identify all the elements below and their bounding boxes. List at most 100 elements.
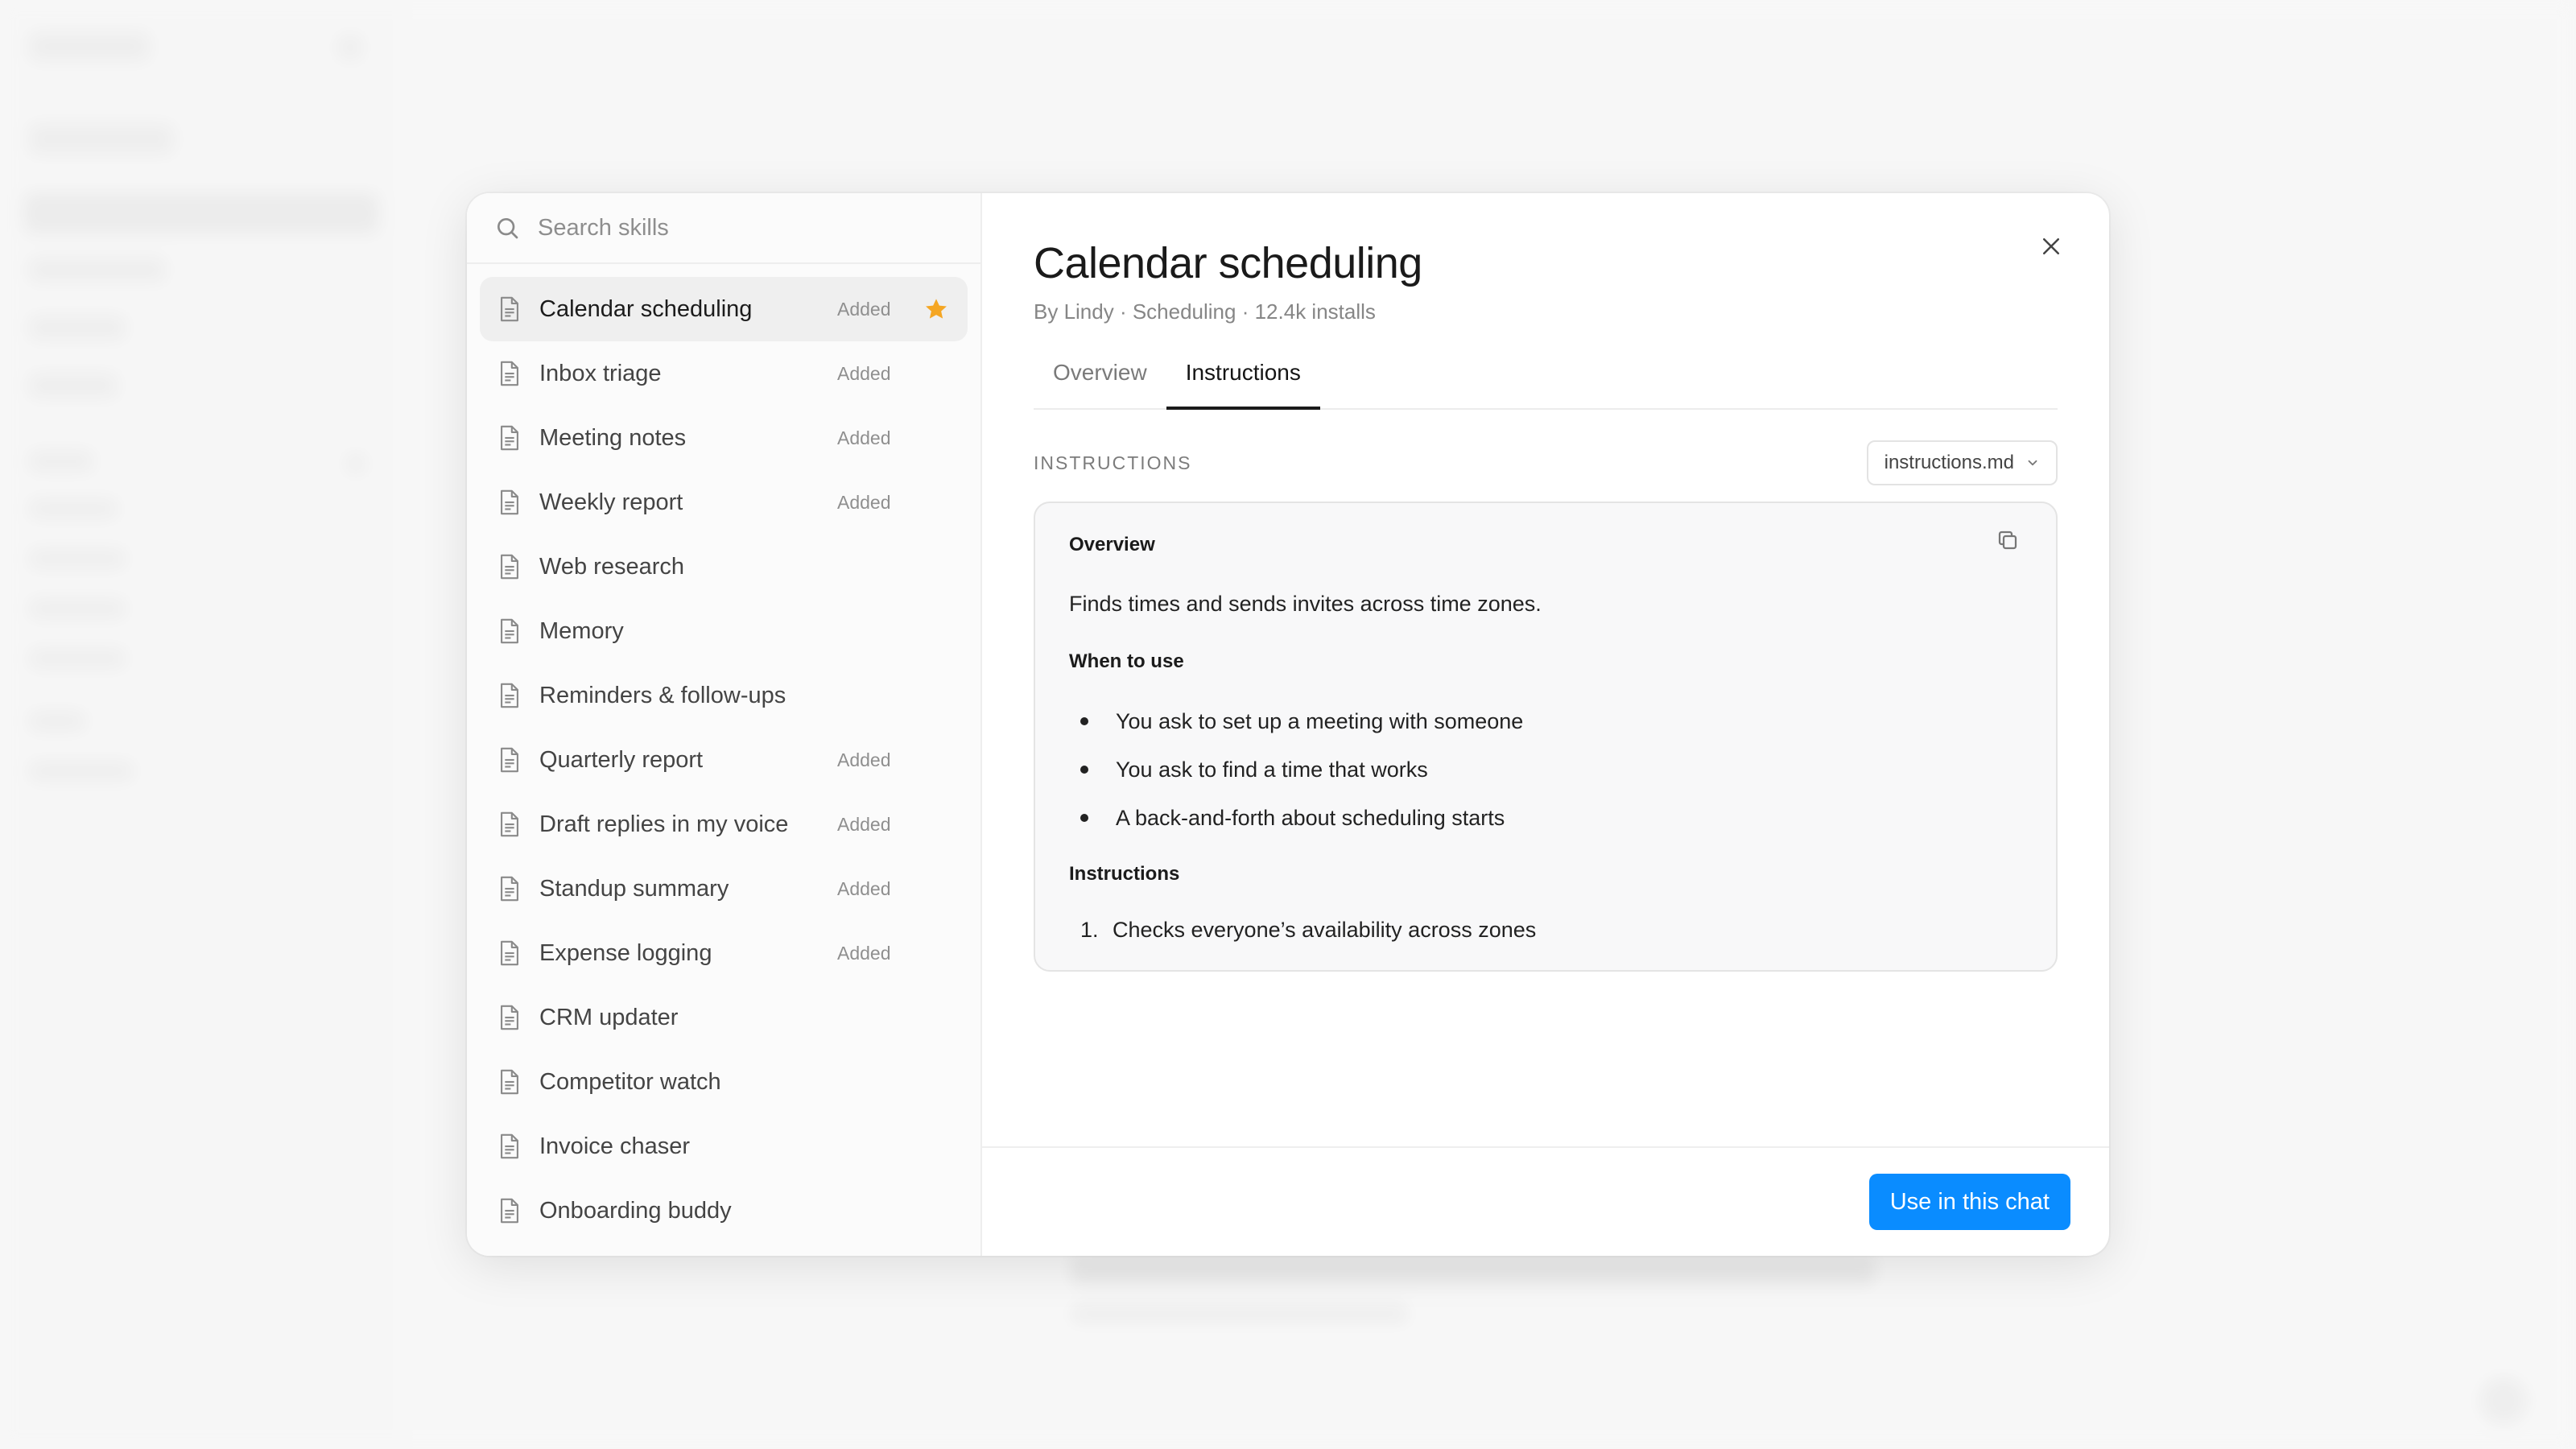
document-icon <box>501 361 518 386</box>
tab-overview[interactable]: Overview <box>1034 360 1166 408</box>
skill-name: Inbox triage <box>539 360 662 386</box>
star-slot <box>923 746 950 774</box>
skill-list: Calendar scheduling Added Inbox triage Adde… <box>467 264 980 1256</box>
md-when-list: You ask to set up a meeting with someone… <box>1069 697 2022 842</box>
added-badge: Added <box>837 813 891 835</box>
star-slot <box>923 1068 950 1096</box>
star-slot <box>923 939 950 967</box>
star-slot <box>923 489 950 516</box>
md-instructions-list: 1. Checks everyone’s availability across … <box>1069 918 2022 943</box>
skill-list-item[interactable]: Weekly report Added <box>480 470 968 535</box>
skill-list-item[interactable]: Meeting notes Added <box>480 406 968 470</box>
instructions-markdown: Overview Finds times and sends invites a… <box>1034 502 2058 972</box>
star-slot <box>923 875 950 902</box>
star-slot <box>923 1004 950 1031</box>
document-icon <box>501 425 518 451</box>
tab-instructions[interactable]: Instructions <box>1166 360 1320 410</box>
skill-name: Memory <box>539 617 624 644</box>
md-heading-instructions: Instructions <box>1069 863 1180 885</box>
section-label: INSTRUCTIONS <box>1034 452 1192 473</box>
skill-meta: By Lindy · Scheduling · 12.4k installs <box>1034 299 1376 324</box>
search-bar <box>467 193 980 264</box>
detail-tabs: Overview Instructions <box>1034 360 2058 410</box>
star-slot <box>923 1197 950 1224</box>
skill-name: CRM updater <box>539 1004 679 1030</box>
md-overview-text: Finds times and sends invites across tim… <box>1069 592 1542 616</box>
skill-list-item[interactable]: Calendar scheduling Added <box>480 277 968 341</box>
skill-name: Web research <box>539 553 684 580</box>
file-select-value: instructions.md <box>1884 452 2014 473</box>
use-in-chat-button[interactable]: Use in this chat <box>1868 1174 2070 1230</box>
skills-modal: Calendar scheduling Added Inbox triage Adde… <box>467 193 2109 1256</box>
file-select[interactable]: instructions.md <box>1866 440 2058 485</box>
document-icon <box>501 489 518 515</box>
skill-list-item[interactable]: Competitor watch <box>480 1050 968 1114</box>
search-icon <box>497 218 518 239</box>
document-icon <box>501 811 518 837</box>
skill-list-item[interactable]: Onboarding buddy <box>480 1179 968 1243</box>
added-badge: Added <box>837 942 891 964</box>
document-icon <box>501 1133 518 1159</box>
modal-footer: Use in this chat <box>982 1146 2109 1256</box>
skill-detail-panel: Calendar scheduling By Lindy · Schedulin… <box>982 193 2109 1256</box>
document-icon <box>501 618 518 644</box>
skill-name: Standup summary <box>539 875 729 902</box>
document-icon <box>501 1005 518 1030</box>
document-icon <box>501 940 518 966</box>
list-item: A back-and-forth about scheduling starts <box>1069 794 2022 842</box>
star-icon[interactable] <box>923 296 949 322</box>
skill-name: Invoice chaser <box>539 1133 690 1159</box>
document-icon <box>501 876 518 902</box>
added-badge: Added <box>837 491 891 513</box>
skill-list-item[interactable]: Invoice chaser <box>480 1114 968 1179</box>
skill-list-item[interactable]: Memory <box>480 599 968 663</box>
chevron-down-icon <box>2028 460 2037 466</box>
skill-name: Competitor watch <box>539 1068 721 1095</box>
close-icon <box>2043 238 2059 254</box>
list-item: You ask to find a time that works <box>1069 745 2022 794</box>
skill-name: Onboarding buddy <box>539 1197 732 1224</box>
document-icon <box>501 747 518 773</box>
star-slot <box>923 811 950 838</box>
document-icon <box>501 296 518 322</box>
skill-name: Weekly report <box>539 489 683 515</box>
star-slot <box>923 553 950 580</box>
md-heading-overview: Overview <box>1069 534 1155 555</box>
added-badge: Added <box>837 749 891 770</box>
skill-name: Meeting notes <box>539 424 687 451</box>
skill-list-item[interactable]: Draft replies in my voice Added <box>480 792 968 857</box>
document-icon <box>501 1198 518 1224</box>
star-slot <box>923 617 950 645</box>
star-slot <box>923 360 950 387</box>
md-heading-when: When to use <box>1069 650 1184 672</box>
skill-name: Expense logging <box>539 939 712 966</box>
skill-list-item[interactable]: Inbox triage Added <box>480 341 968 406</box>
skill-list-item[interactable]: Expense logging Added <box>480 921 968 985</box>
skill-list-item[interactable]: Quarterly report Added <box>480 728 968 792</box>
close-button[interactable] <box>2033 229 2069 264</box>
copy-button[interactable] <box>1992 524 2024 556</box>
skill-list-item[interactable]: Web research <box>480 535 968 599</box>
added-badge: Added <box>837 427 891 448</box>
document-icon <box>501 554 518 580</box>
star-slot <box>923 682 950 709</box>
skill-name: Draft replies in my voice <box>539 811 789 837</box>
document-icon <box>501 683 518 708</box>
skill-title: Calendar scheduling <box>1034 239 1422 287</box>
copy-icon <box>1998 530 2017 550</box>
added-badge: Added <box>837 877 891 899</box>
star-slot <box>923 295 950 323</box>
instructions-header: INSTRUCTIONS instructions.md <box>1034 440 2058 485</box>
skills-list-panel: Calendar scheduling Added Inbox triage Adde… <box>467 193 982 1256</box>
added-badge: Added <box>837 298 891 320</box>
star-slot <box>923 1133 950 1160</box>
added-badge: Added <box>837 362 891 384</box>
skill-list-item[interactable]: Standup summary Added <box>480 857 968 921</box>
skill-list-item[interactable]: Reminders & follow-ups <box>480 663 968 728</box>
skill-list-item[interactable]: CRM updater <box>480 985 968 1050</box>
skill-name: Quarterly report <box>539 746 704 773</box>
list-item: 1. Checks everyone’s availability across … <box>1080 918 1537 942</box>
search-input[interactable] <box>538 214 953 242</box>
document-icon <box>501 1069 518 1095</box>
list-item: You ask to set up a meeting with someone <box>1069 697 2022 745</box>
